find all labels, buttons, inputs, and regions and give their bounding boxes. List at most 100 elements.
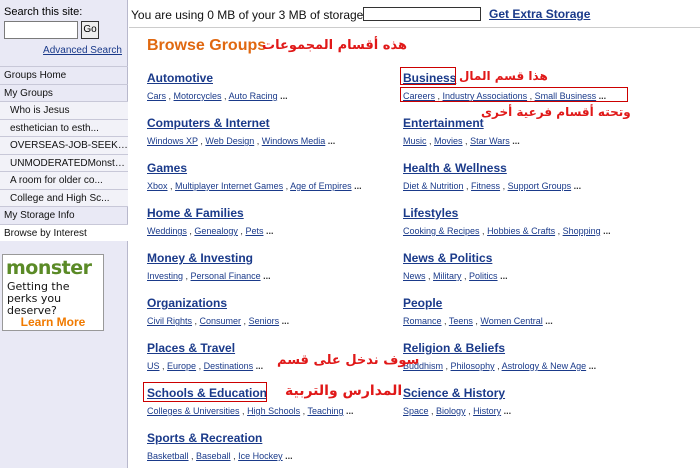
subcategory-link[interactable]: US (147, 361, 160, 371)
category-title-link[interactable]: Entertainment (403, 116, 484, 130)
subcategory-link[interactable]: Windows XP (147, 136, 198, 146)
more-ellipsis[interactable]: ... (266, 226, 274, 236)
subcategory-link[interactable]: Genealogy (194, 226, 238, 236)
category-title-link[interactable]: Computers & Internet (147, 116, 270, 130)
highlight-schools (143, 382, 267, 402)
learn-more-button[interactable]: Learn More (13, 315, 93, 329)
more-ellipsis[interactable]: ... (256, 361, 264, 371)
category-title-link[interactable]: News & Politics (403, 251, 492, 265)
subcategory-link[interactable]: Movies (434, 136, 463, 146)
subcategory-link[interactable]: Auto Racing (229, 91, 278, 101)
subcategory-link[interactable]: Civil Rights (147, 316, 192, 326)
subcategory-link[interactable]: History (473, 406, 501, 416)
subcategory-link[interactable]: Teaching (307, 406, 343, 416)
subcategory-link[interactable]: Cooking & Recipes (403, 226, 480, 236)
subcategory-link[interactable]: Xbox (147, 181, 168, 191)
sidebar-item[interactable]: My Groups (0, 83, 128, 102)
subcategory-link[interactable]: Europe (167, 361, 196, 371)
category-title-link[interactable]: Home & Families (147, 206, 244, 220)
subcategory-link[interactable]: Destinations (204, 361, 254, 371)
subcategory-link[interactable]: Seniors (249, 316, 280, 326)
subcategory-link[interactable]: Politics (469, 271, 498, 281)
more-ellipsis[interactable]: ... (589, 361, 597, 371)
highlight-business (400, 67, 456, 85)
more-ellipsis[interactable]: ... (282, 316, 290, 326)
more-ellipsis[interactable]: ... (354, 181, 362, 191)
main-content: You are using 0 MB of your 3 MB of stora… (129, 0, 700, 468)
sidebar-item[interactable]: UNMODERATEDMonsters... (0, 153, 128, 171)
sidebar-item[interactable]: esthetician to esth... (0, 118, 128, 136)
sidebar-item[interactable]: OVERSEAS-JOB-SEEKER... (0, 136, 128, 154)
subcategory-list: Xbox , Multiplayer Internet Games , Age … (147, 181, 362, 191)
highlight-business-subs (400, 87, 628, 102)
more-ellipsis[interactable]: ... (545, 316, 553, 326)
more-ellipsis[interactable]: ... (328, 136, 336, 146)
subcategory-link[interactable]: Fitness (471, 181, 500, 191)
subcategory-link[interactable]: Baseball (196, 451, 231, 461)
search-input[interactable] (4, 21, 78, 39)
category-title-link[interactable]: Sports & Recreation (147, 431, 262, 445)
get-extra-storage-link[interactable]: Get Extra Storage (489, 7, 590, 21)
category-title-link[interactable]: People (403, 296, 442, 310)
sidebar-item[interactable]: A room for older co... (0, 171, 128, 189)
more-ellipsis[interactable]: ... (285, 451, 293, 461)
subcategory-link[interactable]: Investing (147, 271, 183, 281)
subcategory-link[interactable]: Consumer (200, 316, 242, 326)
more-ellipsis[interactable]: ... (500, 271, 508, 281)
subcategory-link[interactable]: Colleges & Universities (147, 406, 240, 416)
sidebar-item[interactable]: Browse by Interest (0, 223, 128, 241)
category-title-link[interactable]: Automotive (147, 71, 213, 85)
subcategory-link[interactable]: Motorcycles (174, 91, 222, 101)
category-title-link[interactable]: Organizations (147, 296, 227, 310)
more-ellipsis[interactable]: ... (603, 226, 611, 236)
sidebar-item[interactable]: My Storage Info (0, 206, 128, 224)
advanced-search-link[interactable]: Advanced Search (43, 45, 122, 56)
subcategory-link[interactable]: Space (403, 406, 429, 416)
subcategory-link[interactable]: Star Wars (470, 136, 510, 146)
monster-ad[interactable]: monster Getting the perks you deserve? L… (2, 254, 104, 331)
category-title-link[interactable]: Games (147, 161, 187, 175)
category-title-link[interactable]: Places & Travel (147, 341, 235, 355)
subcategory-link[interactable]: Women Central (480, 316, 542, 326)
subcategory-link[interactable]: Music (403, 136, 427, 146)
subcategory-link[interactable]: Web Design (205, 136, 254, 146)
subcategory-link[interactable]: Shopping (563, 226, 601, 236)
category: Health & Wellness Diet & Nutrition , Fitn… (403, 159, 581, 191)
subcategory-link[interactable]: Astrology & New Age (502, 361, 587, 371)
subcategory-link[interactable]: High Schools (247, 406, 300, 416)
category-title-link[interactable]: Money & Investing (147, 251, 253, 265)
category-title-link[interactable]: Lifestyles (403, 206, 458, 220)
subcategory-link[interactable]: Personal Finance (191, 271, 261, 281)
subcategory-link[interactable]: Support Groups (508, 181, 572, 191)
subcategory-link[interactable]: Biology (436, 406, 466, 416)
subcategory-link[interactable]: Multiplayer Internet Games (175, 181, 283, 191)
subcategory-link[interactable]: Teens (449, 316, 473, 326)
more-ellipsis[interactable]: ... (512, 136, 520, 146)
more-ellipsis[interactable]: ... (263, 271, 271, 281)
subcategory-link[interactable]: Cars (147, 91, 166, 101)
subcategory-link[interactable]: Military (433, 271, 462, 281)
sidebar-item[interactable]: Groups Home (0, 66, 128, 84)
subcategory-link[interactable]: Weddings (147, 226, 187, 236)
sidebar-item[interactable]: Who is Jesus (0, 101, 128, 119)
subcategory-link[interactable]: News (403, 271, 426, 281)
category-title-link[interactable]: Health & Wellness (403, 161, 507, 175)
subcategory-list: Colleges & Universities , High Schools ,… (147, 406, 354, 416)
go-button[interactable]: Go (81, 21, 99, 39)
subcategory-link[interactable]: Diet & Nutrition (403, 181, 464, 191)
subcategory-link[interactable]: Hobbies & Crafts (487, 226, 555, 236)
more-ellipsis[interactable]: ... (574, 181, 582, 191)
subcategory-link[interactable]: Basketball (147, 451, 189, 461)
sidebar-item[interactable]: College and High Sc... (0, 188, 128, 206)
more-ellipsis[interactable]: ... (280, 91, 288, 101)
more-ellipsis[interactable]: ... (346, 406, 354, 416)
subcategory-link[interactable]: Romance (403, 316, 442, 326)
subcategory-link[interactable]: Ice Hockey (238, 451, 283, 461)
sidebar: Search this site: Go Advanced Search Gro… (0, 0, 128, 468)
subcategory-link[interactable]: Philosophy (451, 361, 495, 371)
subcategory-link[interactable]: Age of Empires (290, 181, 352, 191)
category-title-link[interactable]: Science & History (403, 386, 505, 400)
more-ellipsis[interactable]: ... (504, 406, 512, 416)
subcategory-link[interactable]: Pets (245, 226, 263, 236)
subcategory-link[interactable]: Windows Media (262, 136, 326, 146)
